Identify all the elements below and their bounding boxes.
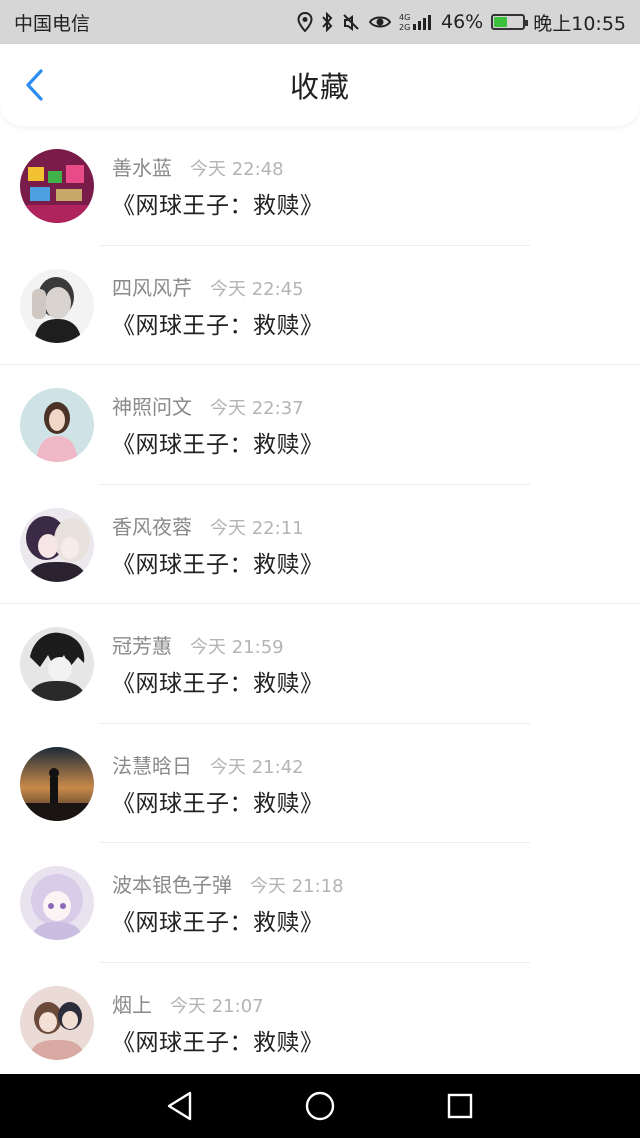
svg-text:4G: 4G: [399, 13, 410, 22]
timestamp: 今天 21:42: [210, 756, 304, 778]
page-title: 收藏: [289, 70, 350, 104]
svg-text:2G: 2G: [399, 23, 410, 32]
list-item[interactable]: 烟上 今天 21:07 《网球王子：救赎》: [0, 963, 640, 1075]
home-circle-icon: [305, 1091, 335, 1121]
carrier-label: 中国电信: [14, 12, 91, 35]
status-bar: 中国电信 4G 2G 46% 晚上10:55: [0, 0, 640, 44]
item-title: 《网球王子：救赎》: [112, 790, 324, 817]
item-title: 《网球王子：救赎》: [112, 910, 324, 936]
item-title: 《网球王子：救赎》: [112, 193, 324, 219]
back-button[interactable]: [18, 68, 52, 102]
list-item[interactable]: 善水蓝 今天 22:48 《网球王子：救赎》: [0, 126, 640, 246]
mute-icon: [341, 12, 361, 32]
timestamp: 今天 22:37: [210, 398, 304, 419]
username: 法慧晗日: [112, 753, 192, 778]
nav-home-button[interactable]: [300, 1086, 340, 1126]
avatar: [20, 149, 94, 223]
signal-icon: 4G 2G: [399, 12, 433, 32]
item-title: 《网球王子：救赎》: [112, 551, 324, 578]
back-triangle-icon: [167, 1091, 192, 1121]
eye-icon: [369, 14, 391, 30]
nav-recents-button[interactable]: [440, 1086, 480, 1126]
list-item[interactable]: 法慧晗日 今天 21:42 《网球王子：救赎》: [0, 724, 640, 843]
avatar: [20, 746, 94, 821]
avatar: [20, 507, 94, 582]
title-bar: 收藏: [0, 44, 640, 126]
username: 冠芳蕙: [112, 634, 172, 658]
avatar: [20, 627, 94, 701]
nav-back-button[interactable]: [160, 1086, 200, 1126]
timestamp: 今天 21:59: [190, 637, 284, 658]
item-title: 《网球王子：救赎》: [112, 432, 324, 458]
item-title: 《网球王子：救赎》: [112, 671, 324, 697]
avatar: [20, 866, 94, 940]
list-item[interactable]: 冠芳蕙 今天 21:59 《网球王子：救赎》: [0, 604, 640, 724]
avatar: [20, 985, 94, 1060]
username: 四风风芹: [112, 275, 192, 300]
list-item[interactable]: 神照问文 今天 22:37 《网球王子：救赎》: [0, 365, 640, 485]
battery-fill: [494, 17, 508, 27]
timestamp: 今天 22:45: [210, 278, 304, 300]
location-icon: [297, 12, 313, 32]
avatar: [20, 388, 94, 462]
clock: 晚上10:55: [533, 12, 626, 35]
recents-square-icon: [447, 1093, 473, 1119]
timestamp: 今天 21:18: [250, 876, 344, 897]
list-item[interactable]: 四风风芹 今天 22:45 《网球王子：救赎》: [0, 246, 640, 365]
username: 善水蓝: [112, 156, 172, 180]
system-nav-bar: [0, 1074, 640, 1138]
item-title: 《网球王子：救赎》: [112, 1029, 324, 1056]
list-item[interactable]: 波本银色子弹 今天 21:18 《网球王子：救赎》: [0, 843, 640, 963]
username: 烟上: [112, 992, 152, 1017]
item-title: 《网球王子：救赎》: [112, 312, 324, 339]
timestamp: 今天 22:11: [210, 517, 304, 539]
timestamp: 今天 21:07: [170, 995, 264, 1017]
favorites-list: 善水蓝 今天 22:48 《网球王子：救赎》 四风风芹 今天 22:45 《网球…: [0, 126, 640, 1074]
avatar: [20, 268, 94, 343]
battery-icon: [491, 14, 529, 30]
battery-percent: 46%: [441, 11, 484, 33]
username: 香风夜蓉: [112, 514, 192, 539]
bluetooth-icon: [321, 12, 333, 32]
username: 神照问文: [112, 395, 192, 419]
timestamp: 今天 22:48: [190, 159, 284, 180]
chevron-left-icon: [26, 69, 43, 101]
list-item[interactable]: 香风夜蓉 今天 22:11 《网球王子：救赎》: [0, 485, 640, 604]
username: 波本银色子弹: [112, 873, 232, 897]
